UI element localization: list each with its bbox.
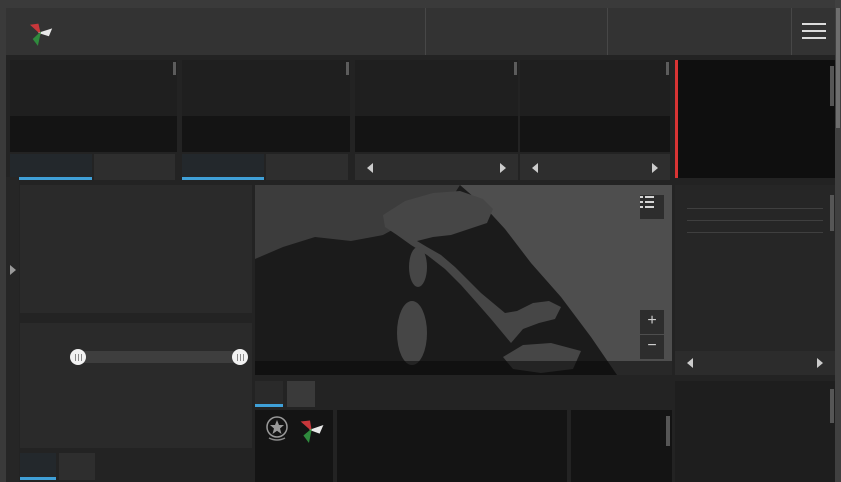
tab-dati[interactable] <box>182 154 264 180</box>
kpi-title <box>182 60 350 66</box>
tab-andamento[interactable] <box>266 154 348 180</box>
repubblica-italiana-emblem-icon <box>266 416 288 441</box>
kpi-increment <box>355 116 518 152</box>
map-zoom-out-button[interactable]: − <box>640 335 664 359</box>
pager-next-icon[interactable] <box>500 163 506 173</box>
chart-title <box>20 323 252 331</box>
dashboard-root: + − <box>0 0 841 482</box>
tab-province-casi-totali[interactable] <box>287 381 315 407</box>
license-box <box>337 410 567 482</box>
kpi-card <box>182 60 350 152</box>
card-scrollbar[interactable] <box>173 62 176 75</box>
card-scrollbar[interactable] <box>346 62 349 75</box>
protezione-civile-logo-box <box>255 410 333 482</box>
legend-list-icon <box>640 196 654 208</box>
region-row-veneto[interactable] <box>687 208 823 220</box>
header-divider <box>791 8 792 55</box>
header-divider <box>607 8 608 55</box>
note-scrollbar[interactable] <box>830 389 834 423</box>
card-scrollbar[interactable] <box>514 62 517 75</box>
kpi-increment <box>520 116 670 152</box>
info-panel <box>675 60 835 178</box>
pager-next-icon[interactable] <box>817 358 823 368</box>
tab-positivi[interactable] <box>20 453 56 480</box>
info-scrollbar[interactable] <box>830 66 834 106</box>
note-panel <box>675 381 835 482</box>
tab-andamento[interactable] <box>93 154 175 180</box>
hamburger-menu-icon[interactable] <box>802 23 826 40</box>
italy-map[interactable]: + − <box>255 185 672 375</box>
dashboard: + − <box>6 8 835 482</box>
kpi-title <box>10 60 177 66</box>
nuovi-positivi-panel <box>20 323 252 448</box>
kpi-card <box>10 60 177 152</box>
region-row-lazio[interactable] <box>687 232 823 244</box>
kpi-deceduti <box>355 60 518 180</box>
map-attribution <box>255 361 672 375</box>
increment-label <box>520 116 670 118</box>
tab-variazione[interactable] <box>59 453 95 480</box>
time-range-slider[interactable] <box>70 349 248 365</box>
protezione-civile-star-icon <box>300 420 324 444</box>
nuovi-positivi-chart <box>74 369 244 431</box>
header-divider <box>425 8 426 55</box>
increment-label <box>182 116 350 118</box>
map-canvas <box>255 185 672 375</box>
download-scrollbar[interactable] <box>666 416 670 446</box>
regions-pager[interactable] <box>675 351 835 375</box>
map-zoom-in-button[interactable]: + <box>640 310 664 334</box>
expand-panel-icon[interactable] <box>10 265 16 275</box>
map-legend-button[interactable] <box>640 195 664 219</box>
protezione-civile-logo-icon <box>29 23 53 46</box>
increment-label <box>355 116 518 118</box>
header <box>6 8 835 55</box>
bottom-tabs <box>255 381 319 407</box>
kpi-card <box>520 60 670 152</box>
pager-prev-icon[interactable] <box>367 163 373 173</box>
kpi-attuali-positivi <box>10 60 177 180</box>
tab-regioni-attuali-positivi[interactable] <box>255 381 283 407</box>
kpi-card <box>355 60 518 152</box>
regions-panel <box>675 185 835 375</box>
slider-handle-left[interactable] <box>70 349 86 365</box>
tab-dati[interactable] <box>10 154 92 180</box>
card-scrollbar[interactable] <box>666 62 669 75</box>
page-scrollbar[interactable] <box>835 0 841 482</box>
card-pager[interactable] <box>355 154 518 180</box>
pager-prev-icon[interactable] <box>687 358 693 368</box>
left-sidebar-strip <box>6 177 19 482</box>
chart-title <box>20 185 252 193</box>
kpi-dimessi-guariti <box>182 60 350 180</box>
kpi-increment <box>182 116 350 152</box>
kpi-title <box>355 60 518 66</box>
regions-scrollbar[interactable] <box>830 195 834 231</box>
slider-handle-right[interactable] <box>232 349 248 365</box>
kpi-title <box>520 60 670 66</box>
kpi-totale-casi <box>520 60 670 180</box>
increment-label <box>10 116 177 118</box>
download-box <box>571 410 672 482</box>
pager-prev-icon[interactable] <box>532 163 538 173</box>
left-chart-tabs <box>20 453 98 480</box>
card-pager[interactable] <box>520 154 670 180</box>
region-row-campania[interactable] <box>687 220 823 232</box>
pager-next-icon[interactable] <box>652 163 658 173</box>
andamento-nazionale-chart <box>86 219 244 297</box>
kpi-increment <box>10 116 177 152</box>
andamento-nazionale-panel <box>20 185 252 313</box>
region-row-lombardia[interactable] <box>687 197 823 208</box>
